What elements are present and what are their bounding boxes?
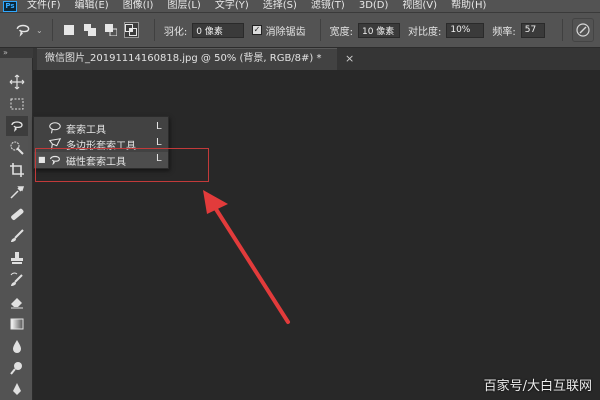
pen-icon: [13, 383, 21, 395]
add-selection-icon: [83, 24, 96, 36]
intersect-selection-icon: [125, 24, 138, 36]
frequency-label: 频率:: [492, 26, 516, 38]
add-to-selection-button[interactable]: [82, 22, 97, 38]
divider: [561, 19, 563, 41]
stamp-icon: [11, 252, 23, 264]
annotation-highlight-box: [35, 148, 209, 182]
new-selection-icon: [64, 25, 75, 35]
divider: [153, 19, 155, 41]
menu-file[interactable]: 文件(F): [27, 0, 61, 12]
lasso-icon: [11, 121, 23, 132]
antialias-label: 消除锯齿: [265, 26, 306, 38]
lasso-tool[interactable]: [6, 116, 28, 136]
lasso-icon: [49, 122, 61, 134]
shortcut-key: L: [156, 137, 162, 148]
healing-brush-tool[interactable]: [6, 204, 28, 224]
brush-icon: [11, 229, 24, 242]
eyedropper-tool[interactable]: [6, 182, 28, 202]
photoshop-logo: Ps: [3, 0, 17, 12]
feather-label: 羽化:: [163, 26, 188, 38]
bandage-icon: [11, 208, 24, 220]
divider: [51, 19, 53, 41]
contrast-label: 对比度:: [407, 26, 442, 38]
gradient-tool[interactable]: [6, 314, 28, 334]
droplet-icon: [13, 340, 21, 353]
clone-stamp-tool[interactable]: [6, 248, 28, 268]
brush-tool[interactable]: [6, 226, 28, 246]
antialias-checkbox[interactable]: ✓: [252, 25, 262, 35]
crop-tool[interactable]: [6, 160, 28, 180]
dodge-tool[interactable]: [6, 358, 28, 378]
blur-tool[interactable]: [6, 336, 28, 356]
menu-3d[interactable]: 3D(D): [359, 0, 389, 12]
quick-selection-icon: [10, 141, 24, 155]
menu-filter[interactable]: 滤镜(T): [311, 0, 345, 12]
frequency-input[interactable]: [520, 22, 545, 38]
tool-preset-picker[interactable]: ⌄: [14, 21, 43, 39]
tablet-pressure-button[interactable]: [571, 18, 594, 42]
eyedropper-icon: [10, 186, 25, 199]
history-brush-icon: [10, 272, 23, 286]
document-tab[interactable]: 微信图片_20191114160818.jpg @ 50% (背景, RGB/8…: [37, 48, 337, 70]
watermark-text: 百家号/大白互联网: [483, 379, 592, 394]
crop-icon: [10, 163, 24, 177]
gradient-icon: [10, 318, 24, 330]
subtract-selection-icon: [104, 24, 117, 36]
menu-layer[interactable]: 图层(L): [167, 0, 200, 12]
magnetic-lasso-icon: [16, 24, 30, 37]
history-brush-tool[interactable]: [6, 270, 28, 290]
toolbar-collapse[interactable]: »: [0, 48, 36, 58]
menu-bar: Ps 文件(F) 编辑(E) 图像(I) 图层(L) 文字(Y) 选择(S) 滤…: [0, 0, 600, 13]
pen-tool[interactable]: [6, 380, 28, 400]
feather-input[interactable]: [192, 22, 245, 38]
menu-help[interactable]: 帮助(H): [451, 0, 486, 12]
rectangular-marquee-icon: [10, 98, 24, 110]
tools-panel: [0, 58, 33, 400]
marquee-tool[interactable]: [6, 94, 28, 114]
stylus-pressure-icon: [576, 23, 590, 37]
menu-edit[interactable]: 编辑(E): [75, 0, 109, 12]
width-label: 宽度:: [329, 26, 353, 38]
eraser-tool[interactable]: [6, 292, 28, 312]
dodge-icon: [10, 362, 22, 375]
subtract-from-selection-button[interactable]: [103, 22, 118, 38]
options-bar: ⌄ 羽化: ✓ 消除锯齿 宽度: 对比度: 频率:: [0, 13, 600, 48]
move-tool[interactable]: [6, 72, 28, 92]
divider: [319, 19, 321, 41]
menu-type[interactable]: 文字(Y): [215, 0, 249, 12]
intersect-selection-button[interactable]: [124, 22, 139, 38]
new-selection-button[interactable]: [62, 22, 77, 38]
width-input[interactable]: [357, 22, 400, 38]
chevron-down-icon: ⌄: [36, 25, 43, 35]
move-icon: [9, 74, 25, 90]
menu-view[interactable]: 视图(V): [402, 0, 437, 12]
shortcut-key: L: [156, 121, 162, 132]
eraser-icon: [11, 298, 23, 309]
contrast-input[interactable]: [446, 22, 485, 38]
flyout-item-label: 套索工具: [66, 125, 106, 136]
document-tab-bar: 微信图片_20191114160818.jpg @ 50% (背景, RGB/8…: [33, 48, 600, 70]
flyout-item-lasso[interactable]: 套索工具 L: [34, 120, 168, 136]
menu-select[interactable]: 选择(S): [263, 0, 297, 12]
close-icon[interactable]: ×: [345, 52, 354, 65]
menu-image[interactable]: 图像(I): [123, 0, 154, 12]
quick-selection-tool[interactable]: [6, 138, 28, 158]
